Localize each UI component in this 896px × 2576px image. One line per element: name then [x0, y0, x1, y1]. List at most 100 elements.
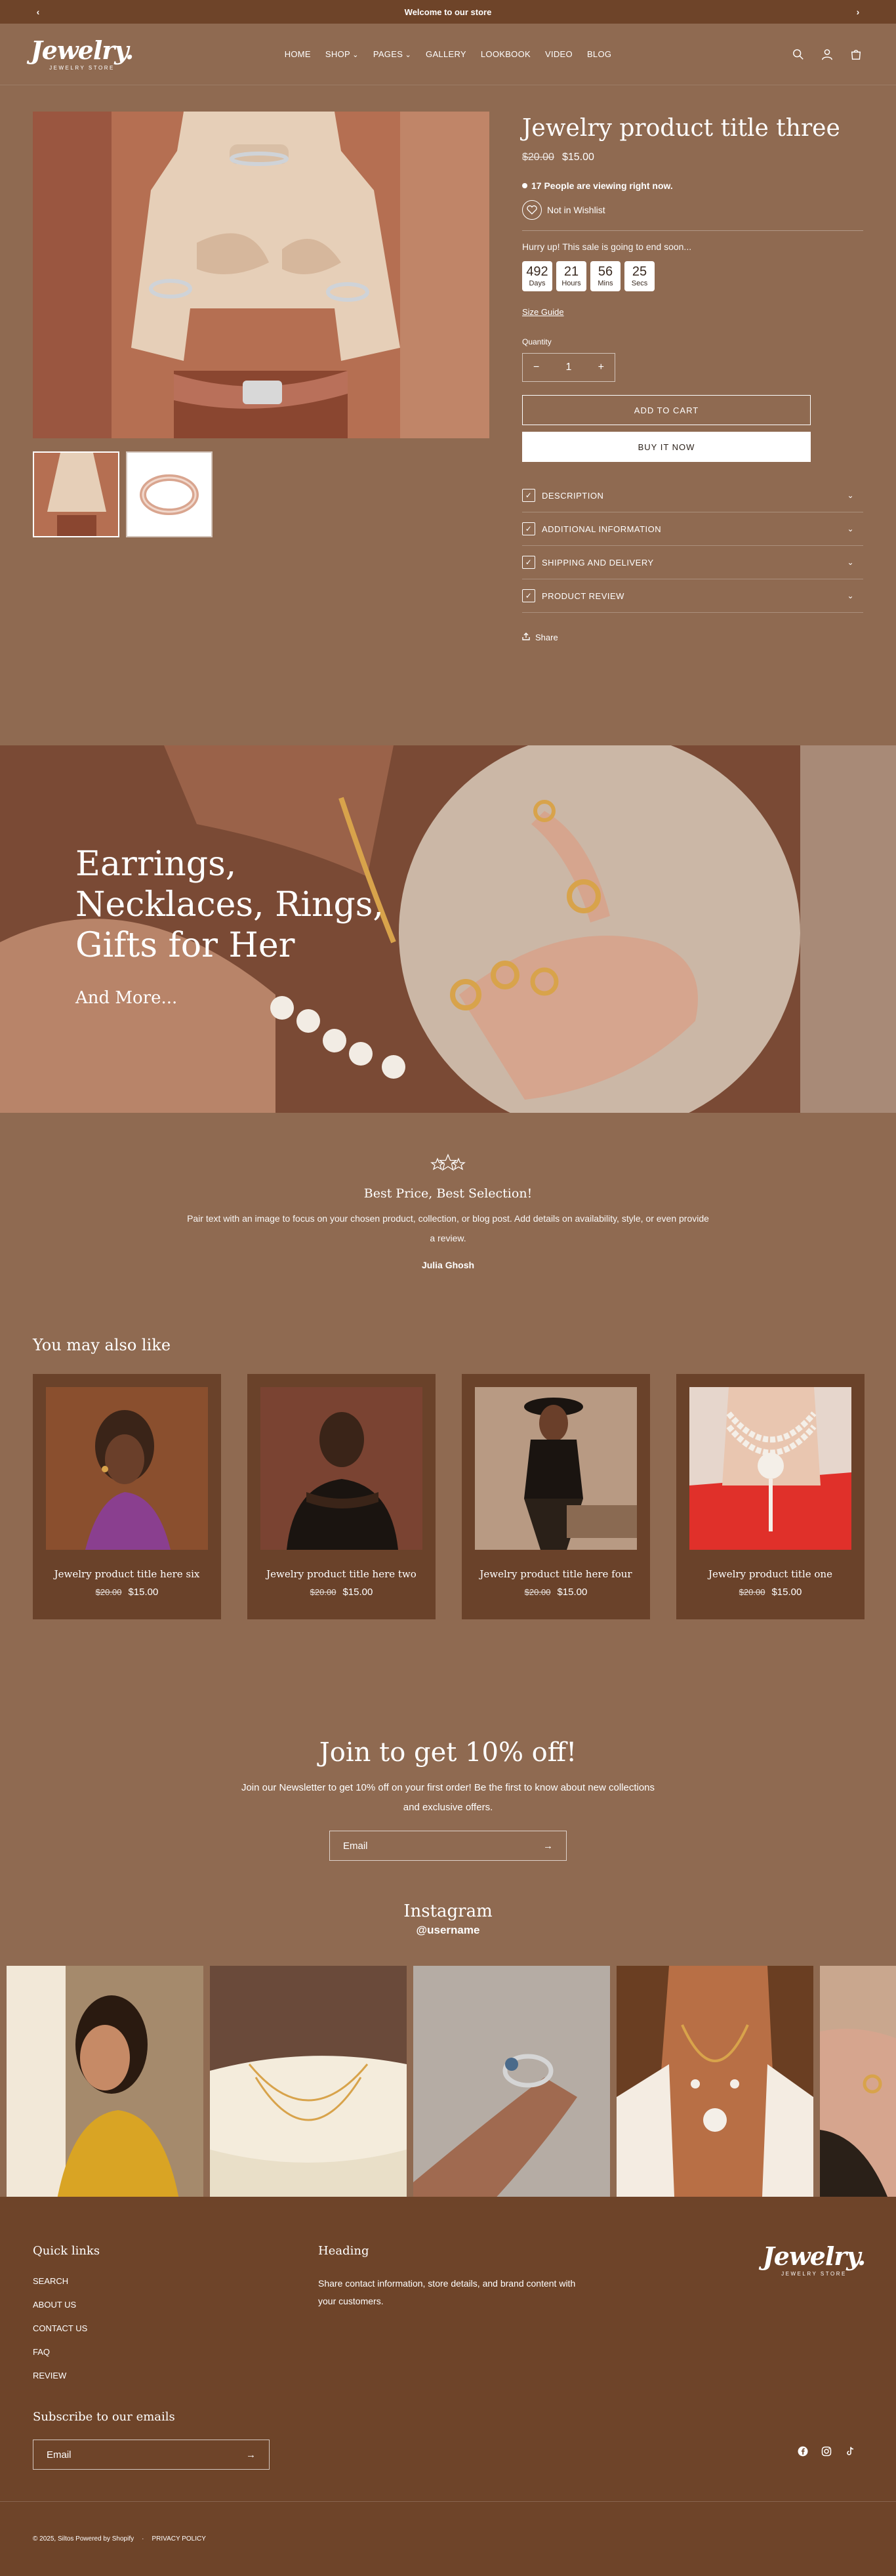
add-to-cart-button[interactable]: ADD TO CART — [522, 395, 811, 426]
product-info: Jewelry product title three $20.00 $15.0… — [522, 112, 863, 745]
viewers-text: 17 People are viewing right now. — [531, 180, 673, 192]
chevron-left-icon[interactable]: ‹ — [31, 7, 45, 17]
product-card-image — [46, 1387, 208, 1550]
testimonial-section: Best Price, Best Selection! Pair text wi… — [0, 1113, 896, 1323]
search-icon[interactable] — [791, 47, 805, 62]
size-guide-link[interactable]: Size Guide — [522, 307, 564, 317]
compare-price: $20.00 — [522, 152, 554, 163]
sale-countdown: 492 Days 21 Hours 56 Mins 25 Secs — [522, 261, 863, 292]
footer-link-contact[interactable]: CONTACT US — [33, 2323, 318, 2333]
product-card[interactable]: Jewelry product title here four $20.00 $1… — [462, 1374, 650, 1619]
footer-quick-links: Quick links SEARCH ABOUT US CONTACT US F… — [33, 2244, 318, 2394]
accordion-review[interactable]: ✓ PRODUCT REVIEW ⌄ — [522, 579, 863, 613]
instagram-tile[interactable] — [413, 1966, 610, 2230]
newsletter-email-field[interactable]: Email → — [329, 1831, 567, 1861]
product-gallery — [33, 112, 489, 745]
buy-now-button[interactable]: BUY IT NOW — [522, 432, 811, 463]
stars-icon — [0, 1153, 896, 1174]
plus-icon[interactable]: + — [598, 362, 604, 373]
footer-link-review[interactable]: REVIEW — [33, 2371, 318, 2380]
testimonial-heading: Best Price, Best Selection! — [363, 1186, 533, 1201]
checkbox-icon: ✓ — [522, 522, 535, 536]
instagram-heading: Instagram — [403, 1901, 493, 1921]
product-card[interactable]: Jewelry product title here six $20.00 $15… — [33, 1374, 221, 1619]
newsletter-email-placeholder: Email — [343, 1840, 368, 1852]
footer-links: SEARCH ABOUT US CONTACT US FAQ REVIEW — [33, 2276, 318, 2380]
wishlist-label: Not in Wishlist — [547, 205, 605, 216]
minus-icon[interactable]: − — [533, 362, 539, 373]
accordion-description[interactable]: ✓ DESCRIPTION ⌄ — [522, 479, 863, 513]
product-card[interactable]: Jewelry product title one $20.00 $15.00 — [676, 1374, 865, 1619]
product-card-price: $20.00 $15.00 — [95, 1587, 159, 1598]
product-grid: Jewelry product title here six $20.00 $15… — [33, 1374, 865, 1619]
quantity-stepper: − 1 + — [522, 353, 615, 383]
wishlist-button[interactable]: Not in Wishlist — [522, 200, 863, 220]
countdown-hours: 21 Hours — [556, 261, 586, 292]
footer-link-search[interactable]: SEARCH — [33, 2276, 318, 2286]
nav-shop[interactable]: SHOP — [325, 49, 359, 59]
nav-home[interactable]: HOME — [285, 49, 311, 59]
heart-icon — [522, 200, 542, 220]
thumbnail-1[interactable] — [33, 451, 119, 537]
cart-icon[interactable] — [849, 47, 863, 62]
accordion-shipping[interactable]: ✓ SHIPPING AND DELIVERY ⌄ — [522, 546, 863, 580]
checkbox-icon: ✓ — [522, 556, 535, 570]
quantity-input[interactable]: 1 — [566, 362, 572, 373]
product-card[interactable]: Jewelry product title here two $20.00 $15… — [247, 1374, 436, 1619]
account-icon[interactable] — [820, 47, 834, 62]
footer-email-field[interactable]: Email → — [33, 2440, 270, 2470]
product-card-title: Jewelry product title here four — [479, 1568, 632, 1580]
divider — [522, 230, 863, 232]
testimonial-text: Pair text with an image to focus on your… — [187, 1213, 709, 1243]
arrow-right-icon[interactable]: → — [246, 2449, 256, 2461]
privacy-policy-link[interactable]: PRIVACY POLICY — [152, 2535, 205, 2543]
footer-email-placeholder: Email — [47, 2449, 71, 2461]
instagram-username: @username — [416, 1924, 480, 1936]
nav-blog[interactable]: BLOG — [587, 49, 611, 59]
sale-countdown-label: Hurry up! This sale is going to end soon… — [522, 241, 692, 253]
footer-columns: Quick links SEARCH ABOUT US CONTACT US F… — [33, 2244, 866, 2394]
facebook-icon[interactable] — [798, 2446, 808, 2457]
site-footer: Quick links SEARCH ABOUT US CONTACT US F… — [0, 2197, 896, 2576]
banner-subtitle: And More... — [75, 988, 178, 1008]
newsletter-heading: Join to get 10% off! — [319, 1737, 577, 1768]
checkbox-icon: ✓ — [522, 489, 535, 503]
product-card-title: Jewelry product title one — [708, 1568, 832, 1580]
product-accordion: ✓ DESCRIPTION ⌄ ✓ ADDITIONAL INFORMATION… — [522, 479, 863, 613]
footer-logo[interactable]: Jewelry. JEWELRY STORE — [763, 2244, 866, 2394]
accordion-additional-info[interactable]: ✓ ADDITIONAL INFORMATION ⌄ — [522, 512, 863, 547]
share-button[interactable]: Share — [522, 633, 863, 642]
product-price: $20.00 $15.00 — [522, 152, 863, 163]
footer-link-about[interactable]: ABOUT US — [33, 2300, 318, 2310]
product-card-price: $20.00 $15.00 — [524, 1587, 588, 1598]
product-thumbnails — [33, 451, 489, 537]
newsletter-text: Join our Newsletter to get 10% off on yo… — [241, 1782, 655, 1813]
countdown-mins: 56 Mins — [590, 261, 621, 292]
nav-video[interactable]: VIDEO — [545, 49, 573, 59]
thumbnail-2[interactable] — [126, 451, 213, 537]
instagram-tile[interactable] — [210, 1966, 407, 2230]
footer-info-heading: Heading — [318, 2244, 369, 2258]
brand-logo[interactable]: Jewelry. JEWELRY STORE — [31, 37, 134, 71]
instagram-tile[interactable] — [617, 1966, 813, 2230]
footer-link-faq[interactable]: FAQ — [33, 2347, 318, 2357]
product-main-image[interactable] — [33, 112, 489, 438]
nav-lookbook[interactable]: LOOKBOOK — [481, 49, 531, 59]
instagram-tile[interactable] — [820, 1966, 896, 2230]
arrow-right-icon[interactable]: → — [543, 1840, 553, 1852]
announcement-text: Welcome to our store — [404, 7, 492, 17]
footer-brand-tagline: JEWELRY STORE — [781, 2271, 847, 2277]
banner-title: Earrings, Necklaces, Rings, Gifts for He… — [75, 844, 384, 965]
nav-pages[interactable]: PAGES — [373, 49, 411, 59]
chevron-right-icon[interactable]: › — [851, 7, 865, 17]
instagram-section: Instagram @username — [0, 1901, 896, 2230]
site-header: Jewelry. JEWELRY STORE HOME SHOP PAGES G… — [0, 24, 896, 85]
countdown-days: 492 Days — [522, 261, 552, 292]
instagram-tile[interactable] — [7, 1966, 203, 2230]
nav-gallery[interactable]: GALLERY — [426, 49, 466, 59]
footer-info-text: Share contact information, store details… — [318, 2278, 576, 2306]
instagram-icon[interactable] — [821, 2446, 832, 2457]
chevron-down-icon: ⌄ — [847, 558, 854, 568]
tiktok-icon[interactable] — [845, 2446, 855, 2457]
footer-info: Heading Share contact information, store… — [318, 2244, 580, 2394]
